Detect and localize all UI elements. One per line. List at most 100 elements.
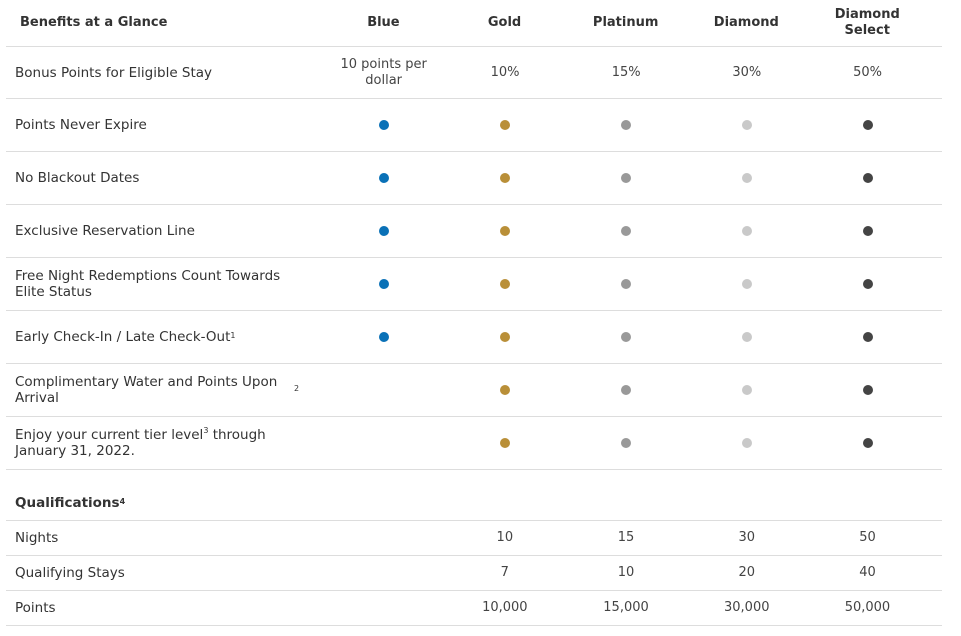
blue-dot-icon [378, 279, 389, 289]
benefit-cell-platinum [552, 258, 701, 310]
table-row: Bonus Points for Eligible Stay 10 points… [6, 47, 942, 99]
benefit-cell-gold [458, 417, 551, 469]
benefit-cell-diamond-select [793, 311, 942, 363]
qualification-value-gold: 10 [496, 530, 514, 545]
platinum-dot-icon [621, 385, 632, 395]
bonus-value-diamond: 30% [732, 64, 762, 80]
table-header-row: Benefits at a Glance Blue Gold Platinum … [6, 0, 942, 47]
benefit-cell-diamond-select [793, 258, 942, 310]
diamond-select-dot-icon [862, 120, 873, 130]
tier-header-diamond: Diamond [713, 15, 779, 30]
qualification-rows: Nights 10 15 30 50 Qualifying Stays 7 10 20 40 Poi… [6, 521, 942, 626]
gold-dot-icon [499, 120, 510, 130]
qualification-value-blue [309, 521, 458, 555]
benefits-table: Benefits at a Glance Blue Gold Platinum … [6, 0, 942, 626]
qualification-value-diamond-select: 50 [859, 530, 876, 545]
benefit-cell-blue [309, 417, 458, 469]
tier-header-gold: Gold [487, 15, 522, 30]
diamond-select-dot-icon [862, 332, 873, 342]
qualification-value-diamond: 20 [738, 565, 756, 580]
benefit-cell-diamond [701, 205, 793, 257]
benefit-cell-gold [458, 99, 551, 151]
qualification-value-diamond: 30,000 [724, 600, 770, 615]
benefit-cell-gold [458, 152, 551, 204]
diamond-dot-icon [741, 332, 752, 342]
table-row: Points Never Expire [6, 99, 942, 152]
benefit-cell-blue [309, 311, 458, 363]
benefit-cell-gold [458, 205, 551, 257]
benefit-cell-platinum [552, 364, 701, 416]
qualification-value-blue [309, 556, 458, 590]
qualification-value-diamond-select: 50,000 [844, 600, 891, 615]
gold-dot-icon [499, 173, 510, 183]
platinum-dot-icon [621, 120, 632, 130]
benefit-cell-diamond-select [793, 99, 942, 151]
qualification-value-platinum: 10 [617, 565, 635, 580]
platinum-dot-icon [621, 173, 632, 183]
benefit-cell-diamond-select [793, 364, 942, 416]
blue-dot-icon [378, 332, 389, 342]
benefit-cell-diamond [701, 99, 793, 151]
diamond-select-dot-icon [862, 438, 873, 448]
platinum-dot-icon [621, 438, 632, 448]
table-row: Qualifying Stays 7 10 20 40 [6, 556, 942, 591]
diamond-dot-icon [741, 279, 752, 289]
benefit-label: Complimentary Water and Points Upon Arri… [15, 374, 300, 406]
qualification-label: Qualifying Stays [15, 565, 125, 581]
benefit-cell-diamond [701, 417, 793, 469]
diamond-select-dot-icon [862, 173, 873, 183]
table-row: Exclusive Reservation Line [6, 205, 942, 258]
benefit-cell-platinum [552, 311, 701, 363]
benefit-label: No Blackout Dates [15, 170, 140, 186]
blue-dot-icon [378, 120, 389, 130]
benefit-cell-diamond [701, 258, 793, 310]
benefit-label: Free Night Redemptions Count Towards Eli… [15, 268, 281, 300]
benefit-cell-blue [309, 99, 458, 151]
benefit-cell-gold [458, 364, 551, 416]
benefit-cell-gold [458, 311, 551, 363]
qualification-value-platinum: 15 [617, 530, 635, 545]
platinum-dot-icon [621, 279, 632, 289]
tier-header-platinum: Platinum [592, 15, 659, 30]
bonus-value-diamond-select: 50% [853, 64, 882, 80]
diamond-select-dot-icon [862, 385, 873, 395]
gold-dot-icon [499, 279, 510, 289]
benefit-cell-gold [458, 258, 551, 310]
qualification-value-blue [309, 591, 458, 625]
table-title: Benefits at a Glance [20, 15, 168, 30]
blue-dot-icon [378, 173, 389, 183]
benefit-cell-diamond-select [793, 417, 942, 469]
gold-dot-icon [499, 332, 510, 342]
benefit-cell-platinum [552, 152, 701, 204]
benefit-rows: Points Never Expire No Blackout Dates Excl… [6, 99, 942, 470]
gold-dot-icon [499, 226, 510, 236]
diamond-dot-icon [741, 120, 752, 130]
table-row: Nights 10 15 30 50 [6, 521, 942, 556]
qualification-value-diamond-select: 40 [859, 565, 876, 580]
benefit-label: Early Check-In / Late Check-Out 1 [15, 329, 236, 345]
blue-dot-icon [378, 226, 389, 236]
bonus-value-blue: 10 points per dollar [340, 56, 427, 88]
tier-header-blue: Blue [367, 15, 400, 30]
benefit-cell-diamond [701, 364, 793, 416]
benefit-cell-blue [309, 205, 458, 257]
benefit-label: Bonus Points for Eligible Stay [15, 64, 213, 81]
benefit-label: Points Never Expire [15, 117, 147, 133]
table-row: Early Check-In / Late Check-Out 1 [6, 311, 942, 364]
qualification-value-platinum: 15,000 [603, 600, 649, 615]
qualification-value-gold: 7 [500, 565, 509, 580]
table-row: Points 10,000 15,000 30,000 50,000 [6, 591, 942, 626]
qualification-label: Points [15, 600, 56, 616]
bonus-value-platinum: 15% [611, 64, 641, 80]
qualifications-heading-row: Qualifications 4 [6, 470, 942, 521]
platinum-dot-icon [621, 226, 632, 236]
platinum-dot-icon [621, 332, 632, 342]
benefit-cell-platinum [552, 205, 701, 257]
benefit-cell-platinum [552, 417, 701, 469]
qualification-value-gold: 10,000 [482, 600, 528, 615]
gold-dot-icon [499, 438, 510, 448]
benefit-cell-blue [309, 258, 458, 310]
gold-dot-icon [499, 385, 510, 395]
qualification-value-diamond: 30 [738, 530, 756, 545]
benefit-cell-platinum [552, 99, 701, 151]
